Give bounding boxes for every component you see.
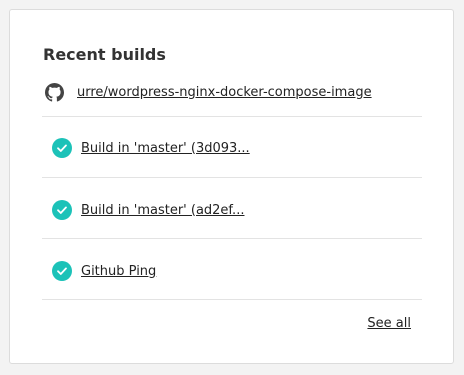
build-item: Build in 'master' (3d093... [52,137,250,159]
check-circle-icon [52,138,72,158]
check-circle-icon [52,261,72,281]
check-circle-icon [52,200,72,220]
see-all-link[interactable]: See all [367,316,411,331]
recent-builds-card: Recent builds urre/wordpress-nginx-docke… [9,9,454,364]
divider [42,299,422,300]
github-icon [45,82,64,102]
card-title: Recent builds [43,45,166,64]
build-item: Github Ping [52,260,156,282]
divider [42,238,422,239]
divider [42,116,422,117]
repo-row: urre/wordpress-nginx-docker-compose-imag… [43,82,372,102]
repo-link[interactable]: urre/wordpress-nginx-docker-compose-imag… [77,85,372,100]
divider [42,177,422,178]
build-link[interactable]: Github Ping [81,264,156,279]
build-link[interactable]: Build in 'master' (3d093... [81,141,250,156]
build-link[interactable]: Build in 'master' (ad2ef... [81,203,244,218]
build-item: Build in 'master' (ad2ef... [52,199,244,221]
